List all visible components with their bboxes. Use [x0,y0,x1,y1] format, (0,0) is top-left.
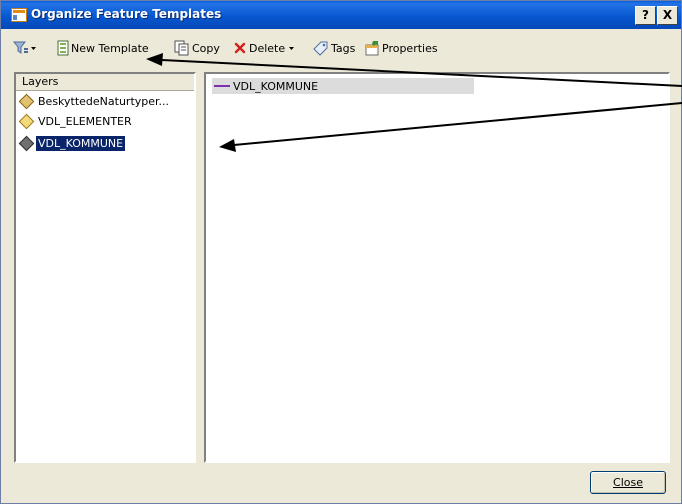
point-layer-icon [18,113,35,129]
title-bar[interactable]: Organize Feature Templates ? X [1,1,681,29]
copy-icon [174,40,189,56]
properties-button[interactable]: Properties [364,39,438,57]
template-item-vdl-kommune[interactable]: VDL_KOMMUNE [212,78,474,94]
tag-icon [313,41,328,56]
dropdown-arrow-icon [31,47,36,50]
app-icon [11,8,27,22]
toolbar: New Template Copy Delete Tags Properties [1,29,681,62]
layer-item-beskyttede-naturtyper[interactable]: BeskyttedeNaturtyper... [17,92,171,110]
line-layer-icon [18,135,35,151]
delete-icon [234,42,246,54]
layer-item-label: BeskyttedeNaturtyper... [38,94,170,108]
dropdown-arrow-icon [289,47,295,50]
polygon-layer-icon [18,93,35,109]
close-button-label: Close [613,476,643,489]
delete-label: Delete [249,41,286,55]
filter-icon [13,41,28,54]
templates-panel: VDL_KOMMUNE [204,72,670,463]
layer-item-label: VDL_KOMMUNE [34,134,127,152]
new-template-icon [57,40,69,56]
new-template-button[interactable]: New Template [56,39,149,57]
template-item-label: VDL_KOMMUNE [233,79,319,93]
layer-item-label: VDL_ELEMENTER [38,114,132,128]
properties-icon [365,41,379,56]
help-button[interactable]: ? [635,6,656,25]
copy-label: Copy [192,41,220,55]
properties-label: Properties [382,41,438,55]
view-options-dropdown[interactable] [13,39,38,57]
close-window-button[interactable]: X [657,6,678,25]
layer-item-vdl-elementer[interactable]: VDL_ELEMENTER [17,112,134,130]
layers-column-header[interactable]: Layers [16,74,194,91]
layer-item-vdl-kommune[interactable]: VDL_KOMMUNE [17,134,127,152]
new-template-label: New Template [71,41,149,55]
dialog-title: Organize Feature Templates [31,7,222,21]
layers-panel: Layers BeskyttedeNaturtyper... VDL_ELEME… [14,72,196,463]
tags-label: Tags [331,41,356,55]
tags-button[interactable]: Tags [312,39,355,57]
close-button[interactable]: Close [590,471,666,494]
line-symbol-icon [214,85,230,87]
copy-button[interactable]: Copy [174,39,220,57]
delete-button[interactable]: Delete [234,39,297,57]
organize-feature-templates-dialog: Organize Feature Templates ? X New Templ [0,0,682,504]
